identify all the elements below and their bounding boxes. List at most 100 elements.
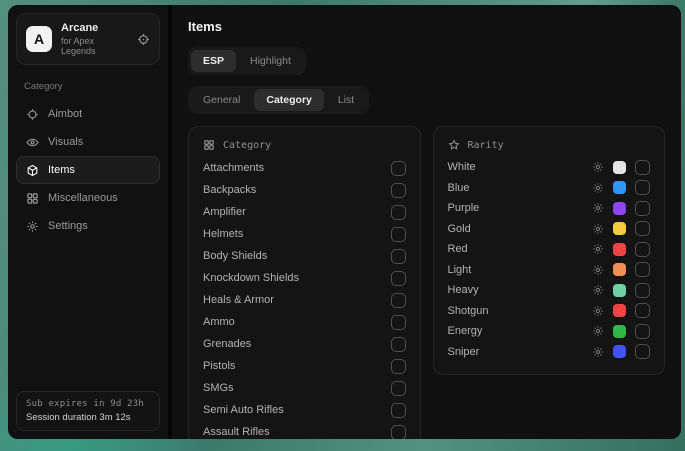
rarity-checkbox[interactable]	[635, 242, 650, 257]
category-row-label: Amplifier	[203, 206, 246, 218]
rarity-panel: Rarity White Blue	[433, 126, 666, 375]
category-row-label: Assault Rifles	[203, 426, 270, 438]
rarity-row: Gold	[448, 219, 651, 240]
color-swatch[interactable]	[613, 345, 626, 358]
category-checkbox[interactable]	[391, 161, 406, 176]
desktop-background: A Arcane for Apex Legends Category Aimbo…	[0, 0, 685, 451]
sidebar-item-items[interactable]: Items	[16, 156, 160, 184]
tab-highlight[interactable]: Highlight	[238, 50, 303, 72]
category-panel: Category Attachments Backpacks Amplifier…	[188, 126, 421, 439]
page-title: Items	[188, 19, 665, 34]
rarity-row: Energy	[448, 321, 651, 342]
category-row: SMGs	[203, 377, 406, 399]
tab-general[interactable]: General	[191, 89, 252, 111]
category-checkbox[interactable]	[391, 425, 406, 440]
rarity-checkbox[interactable]	[635, 221, 650, 236]
rarity-checkbox[interactable]	[635, 344, 650, 359]
color-swatch[interactable]	[613, 263, 626, 276]
gear-icon[interactable]	[592, 284, 604, 296]
sidebar-item-settings[interactable]: Settings	[16, 212, 160, 240]
gear-icon[interactable]	[592, 182, 604, 194]
rarity-checkbox[interactable]	[635, 283, 650, 298]
category-row-label: Ammo	[203, 316, 235, 328]
gear-icon[interactable]	[592, 202, 604, 214]
app-subtitle: for Apex Legends	[61, 36, 128, 56]
rarity-row: Purple	[448, 198, 651, 219]
sidebar-item-aimbot[interactable]: Aimbot	[16, 100, 160, 128]
gear-icon[interactable]	[592, 325, 604, 337]
gear-icon[interactable]	[592, 223, 604, 235]
gear-icon[interactable]	[592, 243, 604, 255]
category-row-label: Backpacks	[203, 184, 256, 196]
tab-esp[interactable]: ESP	[191, 50, 236, 72]
gear-icon[interactable]	[592, 264, 604, 276]
grid-icon	[203, 139, 215, 151]
crosshair-icon	[26, 108, 39, 121]
grid-icon	[26, 192, 39, 205]
main-content: Items ESPHighlight GeneralCategoryList C…	[172, 5, 681, 439]
star-icon	[448, 139, 460, 151]
rarity-checkbox[interactable]	[635, 262, 650, 277]
rarity-row: Blue	[448, 178, 651, 199]
color-swatch[interactable]	[613, 284, 626, 297]
category-checkbox[interactable]	[391, 183, 406, 198]
target-icon[interactable]	[137, 33, 150, 46]
category-row-label: Attachments	[203, 162, 264, 174]
sidebar-section-label: Category	[24, 81, 152, 92]
gear-icon	[26, 220, 39, 233]
category-checkbox[interactable]	[391, 249, 406, 264]
rarity-checkbox[interactable]	[635, 324, 650, 339]
color-swatch[interactable]	[613, 304, 626, 317]
box-icon	[26, 164, 39, 177]
category-row-label: Knockdown Shields	[203, 272, 299, 284]
tab-category[interactable]: Category	[254, 89, 324, 111]
rarity-row: Sniper	[448, 342, 651, 363]
rarity-checkbox[interactable]	[635, 303, 650, 318]
rarity-checkbox[interactable]	[635, 160, 650, 175]
category-row-label: SMGs	[203, 382, 234, 394]
gear-icon[interactable]	[592, 161, 604, 173]
category-checkbox[interactable]	[391, 359, 406, 374]
app-logo: A	[26, 26, 52, 52]
color-swatch[interactable]	[613, 202, 626, 215]
category-checkbox[interactable]	[391, 227, 406, 242]
color-swatch[interactable]	[613, 325, 626, 338]
sub-expires-text: Sub expires in 9d 23h	[26, 399, 150, 409]
category-checkbox[interactable]	[391, 293, 406, 308]
rarity-row-label: Energy	[448, 325, 483, 337]
category-checkbox[interactable]	[391, 337, 406, 352]
category-checkbox[interactable]	[391, 381, 406, 396]
color-swatch[interactable]	[613, 181, 626, 194]
tab-list[interactable]: List	[326, 89, 366, 111]
sidebar-item-miscellaneous[interactable]: Miscellaneous	[16, 184, 160, 212]
category-row-label: Body Shields	[203, 250, 267, 262]
rarity-checkbox[interactable]	[635, 180, 650, 195]
category-checkbox[interactable]	[391, 315, 406, 330]
category-row-label: Helmets	[203, 228, 243, 240]
sidebar-item-label: Visuals	[48, 136, 83, 148]
gear-icon[interactable]	[592, 305, 604, 317]
category-row: Helmets	[203, 223, 406, 245]
category-checkbox[interactable]	[391, 271, 406, 286]
color-swatch[interactable]	[613, 222, 626, 235]
mode-tab-group: ESPHighlight	[188, 47, 306, 75]
rarity-row-label: Purple	[448, 202, 480, 214]
rarity-row-label: Red	[448, 243, 468, 255]
arcane-window: A Arcane for Apex Legends Category Aimbo…	[8, 5, 681, 439]
color-swatch[interactable]	[613, 161, 626, 174]
sidebar-item-visuals[interactable]: Visuals	[16, 128, 160, 156]
gear-icon[interactable]	[592, 346, 604, 358]
rarity-panel-title: Rarity	[468, 140, 504, 151]
sidebar: A Arcane for Apex Legends Category Aimbo…	[8, 5, 172, 439]
rarity-checkbox[interactable]	[635, 201, 650, 216]
category-row: Ammo	[203, 311, 406, 333]
category-row: Assault Rifles	[203, 421, 406, 439]
category-checkbox[interactable]	[391, 205, 406, 220]
category-checkbox[interactable]	[391, 403, 406, 418]
category-row: Grenades	[203, 333, 406, 355]
category-row-label: Grenades	[203, 338, 251, 350]
category-row-label: Heals & Armor	[203, 294, 274, 306]
category-row: Heals & Armor	[203, 289, 406, 311]
color-swatch[interactable]	[613, 243, 626, 256]
panels-row: Category Attachments Backpacks Amplifier…	[188, 126, 665, 439]
